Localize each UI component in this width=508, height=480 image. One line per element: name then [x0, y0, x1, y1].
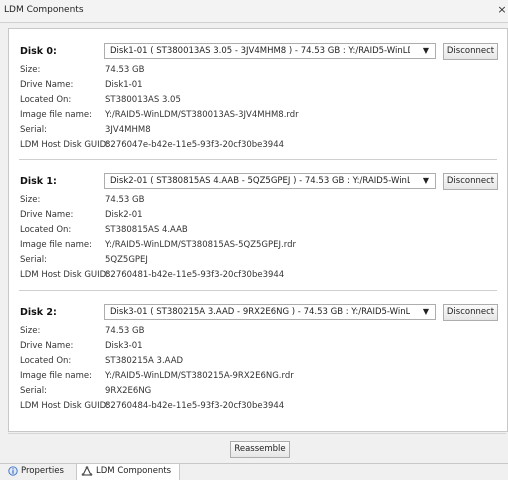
reassemble-button[interactable]: Reassemble — [230, 441, 290, 458]
field-label: Size: — [20, 195, 41, 205]
field-label: Serial: — [20, 255, 47, 265]
field-value: 9RX2E6NG — [105, 386, 152, 396]
field-value: 74.53 GB — [105, 326, 145, 336]
field-label: Size: — [20, 326, 41, 336]
field-label: Located On: — [20, 225, 72, 235]
disk-1-select-value: Disk2-01 ( ST380815AS 4.AAB - 5QZ5GPEJ )… — [110, 176, 410, 186]
tab-label: Properties — [21, 466, 64, 476]
ldm-components-icon — [81, 465, 93, 476]
chevron-down-icon[interactable]: ▼ — [417, 44, 435, 58]
field-label: Serial: — [20, 125, 47, 135]
disk-2-guid-row: LDM Host Disk GUID: 82760484-b42e-11e5-93… — [20, 401, 490, 413]
disk-0-guid-row: LDM Host Disk GUID: 8276047e-b42e-11e5-93… — [20, 140, 490, 152]
field-label: Serial: — [20, 386, 47, 396]
field-value: Disk1-01 — [105, 80, 143, 90]
tab-properties[interactable]: Properties — [4, 464, 70, 480]
disk-2-title: Disk 2: — [20, 307, 57, 318]
field-value: Y:/RAID5-WinLDM/ST380215A-9RX2E6NG.rdr — [105, 371, 294, 381]
field-value: ST380215A 3.AAD — [105, 356, 184, 366]
disk-1-drive-name-row: Drive Name: Disk2-01 — [20, 210, 490, 222]
disk-1-title: Disk 1: — [20, 176, 57, 187]
disk-1-disconnect-button[interactable]: Disconnect — [443, 173, 498, 190]
disk-0-located-on-row: Located On: ST380013AS 3.05 — [20, 95, 490, 107]
properties-icon — [8, 465, 18, 476]
disk-2-size-row: Size: 74.53 GB — [20, 326, 490, 338]
field-label: Located On: — [20, 356, 72, 366]
field-label: Image file name: — [20, 240, 92, 250]
field-value: 82760484-b42e-11e5-93f3-20cf30be3944 — [105, 401, 285, 411]
disk-0-title: Disk 0: — [20, 46, 57, 57]
title-bar: LDM Components × — [0, 0, 508, 23]
disk-2-disconnect-button[interactable]: Disconnect — [443, 304, 498, 321]
disk-0-disconnect-button[interactable]: Disconnect — [443, 43, 498, 60]
disk-1-image-file-row: Image file name: Y:/RAID5-WinLDM/ST380815… — [20, 240, 490, 252]
divider — [19, 159, 497, 160]
disk-0-serial-row: Serial: 3JV4MHM8 — [20, 125, 490, 137]
field-value: 5QZ5GPEJ — [105, 255, 148, 265]
chevron-down-icon[interactable]: ▼ — [417, 174, 435, 188]
field-value: 8276047e-b42e-11e5-93f3-20cf30be3944 — [105, 140, 285, 150]
field-label: LDM Host Disk GUID: — [20, 270, 110, 280]
bottom-tab-bar: Properties LDM Components — [0, 463, 508, 480]
disk-2-image-file-row: Image file name: Y:/RAID5-WinLDM/ST380215… — [20, 371, 490, 383]
field-value: 74.53 GB — [105, 195, 145, 205]
disk-0-select[interactable]: Disk1-01 ( ST380013AS 3.05 - 3JV4MHM8 ) … — [104, 43, 436, 59]
window-title: LDM Components — [4, 5, 84, 15]
disk-1-located-on-row: Located On: ST380815AS 4.AAB — [20, 225, 490, 237]
disk-0-image-file-row: Image file name: Y:/RAID5-WinLDM/ST380013… — [20, 110, 490, 122]
disk-2-drive-name-row: Drive Name: Disk3-01 — [20, 341, 490, 353]
field-value: 82760481-b42e-11e5-93f3-20cf30be3944 — [105, 270, 285, 280]
chevron-down-icon[interactable]: ▼ — [417, 305, 435, 319]
field-label: Image file name: — [20, 371, 92, 381]
field-label: Image file name: — [20, 110, 92, 120]
field-value: Y:/RAID5-WinLDM/ST380013AS-3JV4MHM8.rdr — [105, 110, 299, 120]
disk-0-size-row: Size: 74.53 GB — [20, 65, 490, 77]
field-label: Size: — [20, 65, 41, 75]
disk-2-select-value: Disk3-01 ( ST380215A 3.AAD - 9RX2E6NG ) … — [110, 307, 410, 317]
field-value: 74.53 GB — [105, 65, 145, 75]
field-value: Disk3-01 — [105, 341, 143, 351]
field-value: ST380815AS 4.AAB — [105, 225, 188, 235]
field-label: Drive Name: — [20, 341, 74, 351]
field-label: LDM Host Disk GUID: — [20, 140, 110, 150]
disk-0-select-value: Disk1-01 ( ST380013AS 3.05 - 3JV4MHM8 ) … — [110, 46, 410, 56]
disk-1-serial-row: Serial: 5QZ5GPEJ — [20, 255, 490, 267]
field-label: Drive Name: — [20, 80, 74, 90]
disk-2-serial-row: Serial: 9RX2E6NG — [20, 386, 490, 398]
field-value: Y:/RAID5-WinLDM/ST380815AS-5QZ5GPEJ.rdr — [105, 240, 296, 250]
field-label: LDM Host Disk GUID: — [20, 401, 110, 411]
disk-2-located-on-row: Located On: ST380215A 3.AAD — [20, 356, 490, 368]
disk-0-drive-name-row: Drive Name: Disk1-01 — [20, 80, 490, 92]
ldm-components-panel: Disk 0: Disk1-01 ( ST380013AS 3.05 - 3JV… — [8, 28, 508, 432]
tab-ldm-components[interactable]: LDM Components — [76, 464, 180, 480]
field-value: 3JV4MHM8 — [105, 125, 151, 135]
disk-1-guid-row: LDM Host Disk GUID: 82760481-b42e-11e5-93… — [20, 270, 490, 282]
field-label: Drive Name: — [20, 210, 74, 220]
disk-1-select[interactable]: Disk2-01 ( ST380815AS 4.AAB - 5QZ5GPEJ )… — [104, 173, 436, 189]
disk-2-select[interactable]: Disk3-01 ( ST380215A 3.AAD - 9RX2E6NG ) … — [104, 304, 436, 320]
field-value: Disk2-01 — [105, 210, 143, 220]
disk-1-size-row: Size: 74.53 GB — [20, 195, 490, 207]
divider — [8, 433, 506, 434]
field-value: ST380013AS 3.05 — [105, 95, 181, 105]
tab-label: LDM Components — [96, 466, 172, 476]
close-icon[interactable]: × — [496, 3, 508, 16]
divider — [19, 290, 497, 291]
field-label: Located On: — [20, 95, 72, 105]
